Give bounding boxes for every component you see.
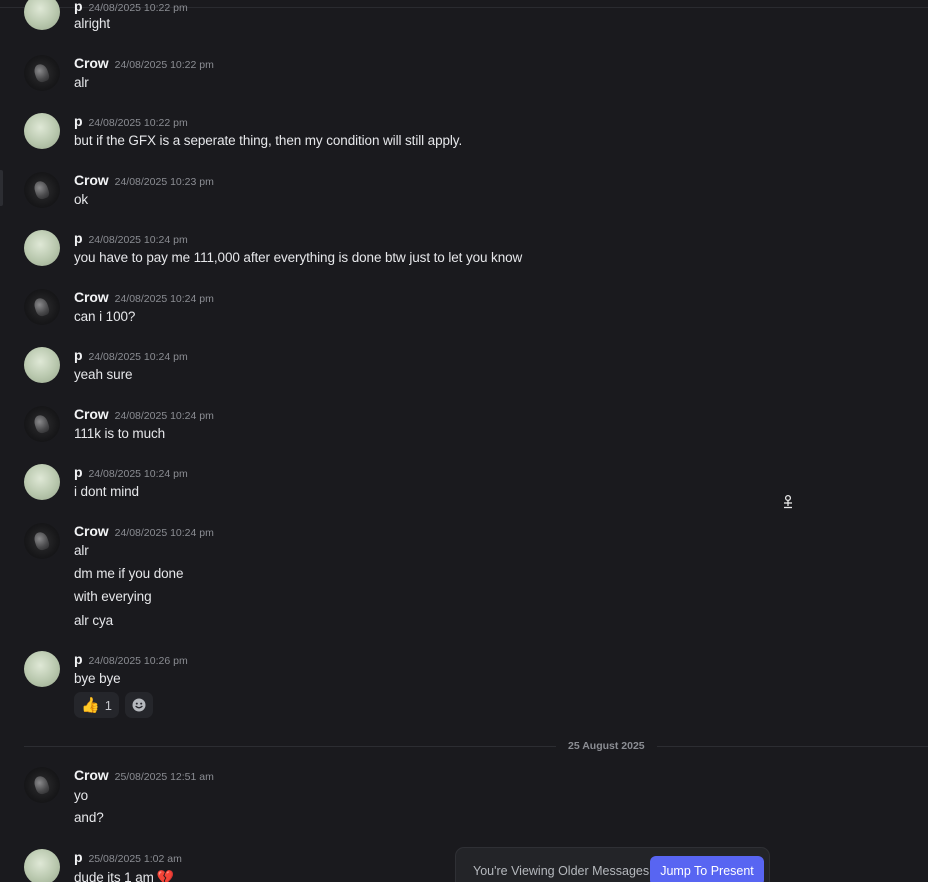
message-text: you have to pay me 111,000 after everyth…: [74, 250, 523, 265]
message-text: alr cya: [74, 613, 114, 628]
p-avatar[interactable]: [24, 230, 60, 266]
author-name[interactable]: p: [74, 464, 83, 480]
message-header: p 25/08/2025 1:02 am: [74, 849, 182, 867]
jump-to-present-button[interactable]: Jump To Present: [650, 856, 764, 882]
message-header: p 24/08/2025 10:22 pm: [74, 113, 188, 131]
older-messages-bar: You're Viewing Older Messages Jump To Pr…: [455, 847, 770, 882]
message-header: Crow 25/08/2025 12:51 am: [74, 767, 214, 785]
avatar-figure: [32, 62, 51, 84]
message-header: Crow 24/08/2025 10:24 pm: [74, 289, 214, 307]
message-timestamp: 24/08/2025 10:26 pm: [88, 655, 188, 667]
p-avatar[interactable]: [24, 464, 60, 500]
text-cursor-icon: [784, 494, 792, 509]
message-text: with everying: [74, 589, 152, 604]
author-name[interactable]: p: [74, 230, 83, 246]
author-name[interactable]: p: [74, 113, 83, 129]
message-text: bye bye: [74, 671, 121, 686]
message-header: p 24/08/2025 10:24 pm: [74, 230, 188, 248]
message-text: dude its 1 am 💔: [74, 869, 174, 882]
avatar-figure: [32, 413, 51, 435]
p-avatar[interactable]: [24, 347, 60, 383]
reaction-count: 1: [104, 697, 112, 713]
add-reaction-button[interactable]: [124, 692, 153, 718]
crow-avatar[interactable]: [24, 523, 60, 559]
avatar-figure: [32, 530, 51, 552]
message-header: Crow 24/08/2025 10:22 pm: [74, 55, 214, 73]
message-header: p 24/08/2025 10:24 pm: [74, 464, 188, 482]
date-divider: [24, 746, 928, 747]
author-name[interactable]: p: [74, 849, 83, 865]
date-divider-label: 25 August 2025: [556, 740, 657, 752]
message-text: alr: [74, 75, 89, 90]
thumbs-up-icon: 👍: [81, 696, 100, 714]
message-list: p 24/08/2025 10:22 pm alright Crow 24/08/2…: [0, 0, 928, 882]
message-timestamp: 24/08/2025 10:22 pm: [88, 2, 188, 14]
message-text: yo: [74, 788, 89, 803]
message-timestamp: 25/08/2025 12:51 am: [114, 771, 214, 783]
author-name[interactable]: Crow: [74, 55, 109, 71]
message-timestamp: 24/08/2025 10:22 pm: [88, 117, 188, 129]
author-name[interactable]: Crow: [74, 767, 109, 783]
crow-avatar[interactable]: [24, 172, 60, 208]
avatar-figure: [32, 296, 51, 318]
message-text: alr: [74, 543, 89, 558]
broken-heart-icon: 💔: [156, 869, 175, 882]
message-text: but if the GFX is a seperate thing, then…: [74, 133, 463, 148]
message-timestamp: 24/08/2025 10:24 pm: [88, 234, 188, 246]
author-name[interactable]: Crow: [74, 289, 109, 305]
avatar-figure: [32, 774, 51, 796]
p-avatar[interactable]: [24, 651, 60, 687]
message-text: ok: [74, 192, 89, 207]
message-header: Crow 24/08/2025 10:24 pm: [74, 523, 214, 541]
message-header: Crow 24/08/2025 10:23 pm: [74, 172, 214, 190]
chat-window: p 24/08/2025 10:22 pm alright Crow 24/08/2…: [0, 0, 928, 882]
message-timestamp: 25/08/2025 1:02 am: [88, 853, 182, 865]
crow-avatar[interactable]: [24, 406, 60, 442]
reaction-thumbs-up[interactable]: 👍 1: [74, 692, 119, 718]
message-timestamp: 24/08/2025 10:24 pm: [114, 293, 214, 305]
message-text-content: dude its 1 am: [74, 870, 154, 882]
reaction-bar: 👍 1: [74, 692, 153, 720]
older-messages-notice: You're Viewing Older Messages: [473, 864, 650, 878]
author-name[interactable]: p: [74, 0, 83, 14]
message-header: p 24/08/2025 10:22 pm: [74, 0, 188, 16]
author-name[interactable]: Crow: [74, 523, 109, 539]
message-timestamp: 24/08/2025 10:23 pm: [114, 176, 214, 188]
message-text: alright: [74, 16, 111, 31]
avatar-figure: [32, 179, 51, 201]
message-text: and?: [74, 810, 104, 825]
p-avatar[interactable]: [24, 113, 60, 149]
message-text: 111k is to much: [74, 426, 166, 441]
p-avatar[interactable]: [24, 849, 60, 882]
author-name[interactable]: p: [74, 651, 83, 667]
add-reaction-icon: [132, 698, 146, 712]
message-header: p 24/08/2025 10:24 pm: [74, 347, 188, 365]
p-avatar[interactable]: [24, 0, 60, 30]
crow-avatar[interactable]: [24, 289, 60, 325]
crow-avatar[interactable]: [24, 767, 60, 803]
crow-avatar[interactable]: [24, 55, 60, 91]
message-text: can i 100?: [74, 309, 136, 324]
author-name[interactable]: Crow: [74, 406, 109, 422]
message-timestamp: 24/08/2025 10:24 pm: [114, 410, 214, 422]
message-text: dm me if you done: [74, 566, 184, 581]
author-name[interactable]: Crow: [74, 172, 109, 188]
message-timestamp: 24/08/2025 10:24 pm: [88, 351, 188, 363]
message-header: Crow 24/08/2025 10:24 pm: [74, 406, 214, 424]
message-text: yeah sure: [74, 367, 133, 382]
message-timestamp: 24/08/2025 10:24 pm: [114, 527, 214, 539]
message-timestamp: 24/08/2025 10:22 pm: [114, 59, 214, 71]
message-header: p 24/08/2025 10:26 pm: [74, 651, 188, 669]
author-name[interactable]: p: [74, 347, 83, 363]
message-text: i dont mind: [74, 484, 139, 499]
message-timestamp: 24/08/2025 10:24 pm: [88, 468, 188, 480]
